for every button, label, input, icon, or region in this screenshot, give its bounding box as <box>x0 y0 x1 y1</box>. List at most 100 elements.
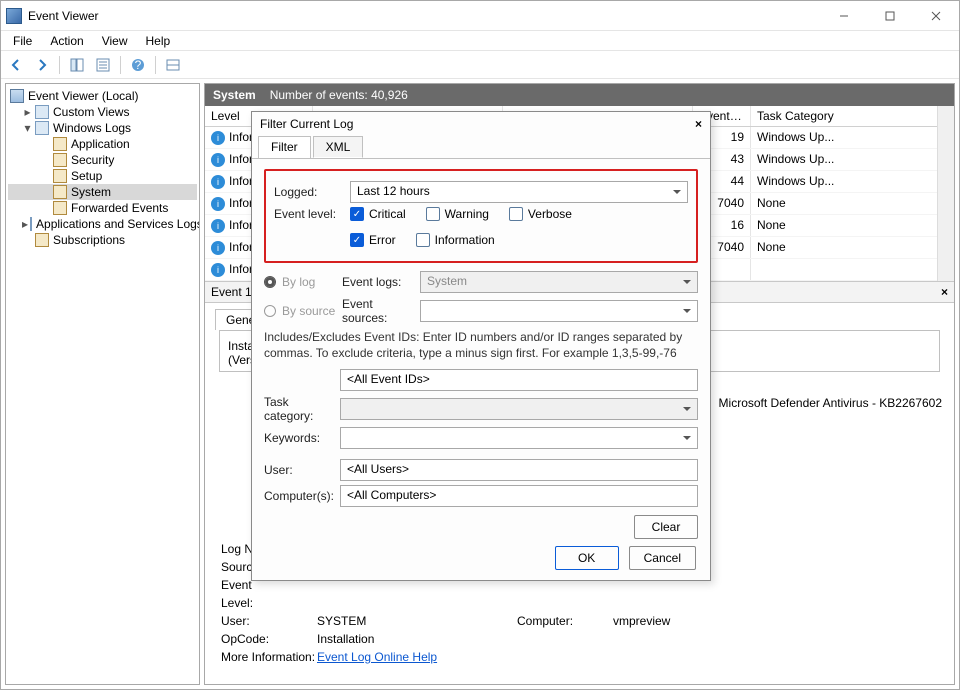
logged-label: Logged: <box>274 185 350 199</box>
back-button[interactable] <box>5 54 27 76</box>
kv-opcode-label: OpCode: <box>221 632 317 646</box>
show-tree-button[interactable] <box>66 54 88 76</box>
log-icon <box>53 137 67 151</box>
detail-close-icon[interactable]: × <box>941 285 948 299</box>
tree-item-security[interactable]: Security <box>8 152 197 168</box>
event-viewer-window: Event Viewer File Action View Help ? Eve… <box>0 0 960 690</box>
twisty-icon <box>40 187 51 198</box>
checkbox-warning[interactable]: Warning <box>426 207 489 221</box>
event-sources-dropdown[interactable] <box>420 300 698 322</box>
app-icon <box>6 8 22 24</box>
window-title: Event Viewer <box>28 9 821 23</box>
grid-scrollbar[interactable] <box>937 106 954 281</box>
twisty-icon: ▾ <box>22 123 33 134</box>
twisty-icon: ▸ <box>22 107 33 118</box>
dialog-close-icon[interactable]: × <box>695 117 702 131</box>
logged-dropdown[interactable]: Last 12 hours <box>350 181 688 203</box>
task-category-dropdown <box>340 398 698 420</box>
close-button[interactable] <box>913 1 959 30</box>
info-icon: i <box>211 197 225 211</box>
twisty-icon: ▸ <box>22 219 28 230</box>
log-icon <box>35 233 49 247</box>
tree-item-system[interactable]: System <box>8 184 197 200</box>
log-icon <box>53 169 67 183</box>
folder-icon <box>35 105 49 119</box>
filter-current-log-dialog: Filter Current Log × Filter XML Logged: … <box>251 111 711 581</box>
highlighted-filter-area: Logged: Last 12 hours Event level: ✓Crit… <box>264 169 698 263</box>
tree-item-application[interactable]: Application <box>8 136 197 152</box>
ids-hint: Includes/Excludes Event IDs: Enter ID nu… <box>264 329 698 361</box>
kv-computer-label: Computer: <box>517 614 613 628</box>
twisty-icon <box>40 171 51 182</box>
twisty-icon <box>22 235 33 246</box>
log-icon <box>53 153 67 167</box>
info-icon: i <box>211 175 225 189</box>
event-level-label: Event level: <box>274 207 350 221</box>
info-icon: i <box>211 219 225 233</box>
dialog-title: Filter Current Log <box>260 117 353 131</box>
event-logs-dropdown: System <box>420 271 698 293</box>
titlebar: Event Viewer <box>1 1 959 31</box>
checkbox-critical[interactable]: ✓Critical <box>350 207 406 221</box>
twisty-icon <box>40 203 51 214</box>
help-button[interactable]: ? <box>127 54 149 76</box>
minimize-button[interactable] <box>821 1 867 30</box>
kv-more-label: More Information: <box>221 650 317 664</box>
tree-item-applications-and-services-logs[interactable]: ▸Applications and Services Logs <box>8 216 197 232</box>
keywords-dropdown[interactable] <box>340 427 698 449</box>
tab-filter[interactable]: Filter <box>258 136 311 158</box>
menu-view[interactable]: View <box>94 32 136 50</box>
kv-user-label: User: <box>221 614 317 628</box>
computers-input[interactable]: <All Computers> <box>340 485 698 507</box>
twisty-icon <box>40 155 51 166</box>
ok-button[interactable]: OK <box>555 546 619 570</box>
by-log-label: By log <box>282 275 342 289</box>
tree-pane: Event Viewer (Local)▸Custom Views▾Window… <box>5 83 200 685</box>
by-source-label: By source <box>282 304 342 318</box>
keywords-label: Keywords: <box>264 431 340 445</box>
checkbox-information[interactable]: Information <box>416 233 495 247</box>
col-task[interactable]: Task Category <box>751 106 954 126</box>
event-logs-label: Event logs: <box>342 275 420 289</box>
radio-by-source[interactable] <box>264 305 276 317</box>
tree-item-setup[interactable]: Setup <box>8 168 197 184</box>
menubar: File Action View Help <box>1 31 959 51</box>
folder-icon <box>30 217 32 231</box>
log-icon <box>53 201 67 215</box>
checkbox-verbose[interactable]: Verbose <box>509 207 572 221</box>
cancel-button[interactable]: Cancel <box>629 546 696 570</box>
event-log-online-help-link[interactable]: Event Log Online Help <box>317 650 437 664</box>
kv-opcode-value: Installation <box>317 632 517 646</box>
info-icon: i <box>211 131 225 145</box>
forward-button[interactable] <box>31 54 53 76</box>
event-ids-input[interactable]: <All Event IDs> <box>340 369 698 391</box>
kv-computer-value: vmpreview <box>613 614 938 628</box>
maximize-button[interactable] <box>867 1 913 30</box>
log-count: Number of events: 40,926 <box>270 88 408 102</box>
event-sources-label: Event sources: <box>342 297 420 325</box>
detail-source-right: Microsoft Defender Antivirus - KB2267602 <box>719 396 942 410</box>
tree-item-windows-logs[interactable]: ▾Windows Logs <box>8 120 197 136</box>
tree-item-subscriptions[interactable]: Subscriptions <box>8 232 197 248</box>
menu-help[interactable]: Help <box>138 32 179 50</box>
info-icon: i <box>211 241 225 255</box>
info-icon: i <box>211 263 225 277</box>
menu-file[interactable]: File <box>5 32 40 50</box>
log-name: System <box>213 88 256 102</box>
toolbar: ? <box>1 51 959 79</box>
user-label: User: <box>264 463 340 477</box>
task-category-label: Task category: <box>264 395 340 423</box>
log-icon <box>53 185 67 199</box>
panel-toggle-button[interactable] <box>162 54 184 76</box>
checkbox-error[interactable]: ✓Error <box>350 233 396 247</box>
properties-button[interactable] <box>92 54 114 76</box>
menu-action[interactable]: Action <box>42 32 91 50</box>
tree-item-forwarded-events[interactable]: Forwarded Events <box>8 200 197 216</box>
user-input[interactable]: <All Users> <box>340 459 698 481</box>
clear-button[interactable]: Clear <box>634 515 698 539</box>
tree-item-custom-views[interactable]: ▸Custom Views <box>8 104 197 120</box>
tab-xml[interactable]: XML <box>313 136 364 158</box>
log-header-bar: System Number of events: 40,926 <box>205 84 954 106</box>
tree-root[interactable]: Event Viewer (Local) <box>28 89 139 103</box>
radio-by-log[interactable] <box>264 276 276 288</box>
